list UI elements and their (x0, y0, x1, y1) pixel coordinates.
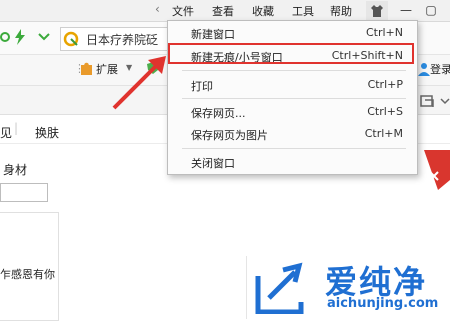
menu-item-shortcut: Ctrl+P (367, 78, 403, 91)
menu-scroll-arrow[interactable]: ‹ (155, 2, 160, 16)
arrow-annotation-icon (112, 56, 166, 110)
menu-item-label: 保存网页... (191, 107, 246, 120)
menu-item-label: 打印 (191, 80, 213, 93)
menu-item-new-window[interactable]: 新建窗口 Ctrl+N (168, 23, 417, 44)
menu-item-close-window[interactable]: 关闭窗口 (168, 152, 417, 173)
skin-button[interactable] (366, 1, 388, 20)
separator: | (14, 121, 19, 135)
skin-link[interactable]: 换肤 (35, 124, 59, 141)
panel-snippet: 乍感恩有你 (0, 268, 55, 281)
menu-item-shortcut: Ctrl+M (364, 127, 403, 140)
watermark-url: aichunjing.com (327, 296, 439, 311)
menu-view[interactable]: 查看 (212, 3, 234, 19)
menu-file[interactable]: 文件 (172, 3, 194, 19)
shirt-icon (371, 5, 383, 17)
content-divider (246, 256, 247, 319)
menu-item-label: 新建窗口 (191, 28, 235, 41)
menu-item-print[interactable]: 打印 Ctrl+P (168, 75, 417, 96)
menu-bar: ‹ 文件 查看 收藏 工具 帮助 — ▢ (0, 0, 450, 22)
logo-icon (255, 262, 304, 314)
promo-badge-icon[interactable] (418, 150, 450, 190)
minimize-button[interactable]: — (395, 1, 417, 19)
lightning-icon[interactable] (14, 29, 26, 45)
menu-separator (182, 148, 406, 149)
menu-item-label: 保存网页为图片 (191, 129, 268, 142)
menu-help[interactable]: 帮助 (330, 3, 352, 19)
menu-item-shortcut: Ctrl+N (365, 26, 403, 39)
menu-item-label: 关闭窗口 (191, 157, 235, 170)
menu-favorites[interactable]: 收藏 (252, 3, 274, 19)
maximize-button[interactable]: ▢ (420, 1, 442, 19)
menu-tools[interactable]: 工具 (292, 3, 314, 19)
address-text: 日本疗养院砭 (86, 33, 159, 47)
body-label: 身材 (3, 163, 28, 177)
menu-item-save-page[interactable]: 保存网页... Ctrl+S (168, 102, 417, 123)
link-partial[interactable]: 见 (0, 124, 12, 141)
puzzle-icon (81, 62, 92, 75)
chevron-down-icon[interactable] (38, 32, 50, 42)
text-input[interactable] (0, 183, 48, 202)
menu-item-save-page-as-image[interactable]: 保存网页为图片 Ctrl+M (168, 124, 417, 145)
screenshot-icon[interactable] (420, 94, 436, 108)
refresh-icon[interactable] (0, 30, 12, 44)
menu-separator (182, 70, 406, 71)
login-label: 登录 (430, 63, 450, 76)
menu-item-shortcut: Ctrl+S (367, 105, 403, 118)
menu-separator (182, 98, 406, 99)
chevron-down-icon[interactable] (440, 96, 450, 106)
search-engine-icon[interactable] (63, 31, 79, 47)
highlight-box (168, 43, 414, 64)
user-icon (418, 63, 430, 76)
